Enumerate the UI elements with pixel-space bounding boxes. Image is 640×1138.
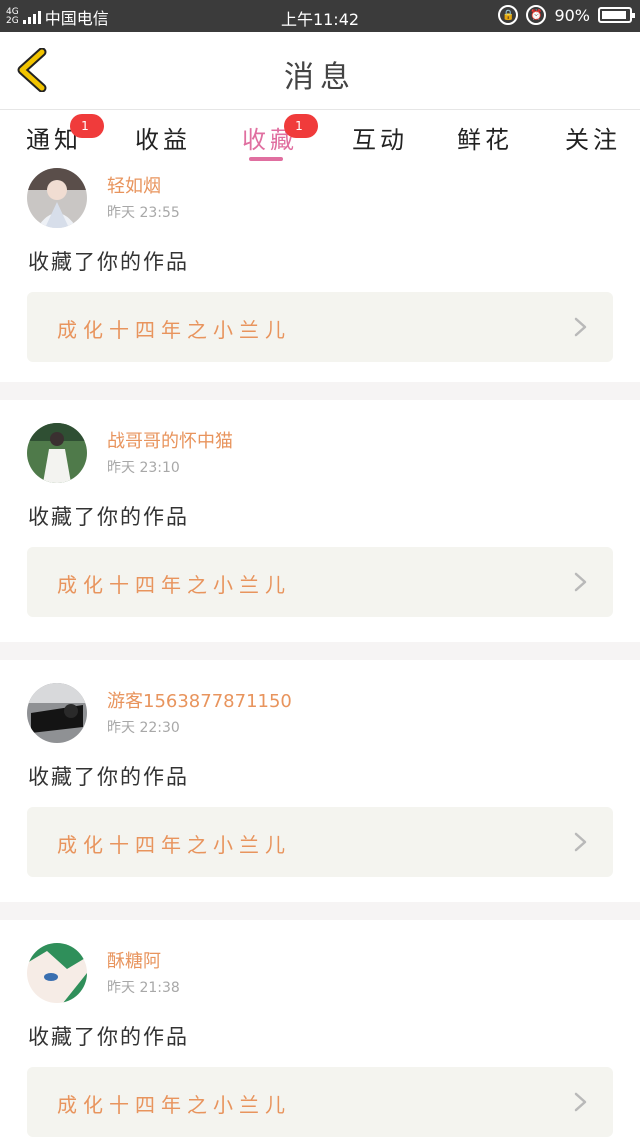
status-bar: 4G 2G 中国电信 上午11:42 🔒 ⏰ 90% (0, 0, 640, 32)
avatar[interactable] (27, 683, 87, 743)
work-title: 成化十四年之小兰儿 (57, 318, 291, 342)
unread-badge: 1 (70, 114, 104, 138)
tab-follows[interactable]: 关注 (565, 120, 621, 155)
alarm-icon: ⏰ (526, 5, 547, 25)
chevron-right-icon (574, 317, 587, 337)
work-title: 成化十四年之小兰儿 (57, 1093, 291, 1117)
status-right: 🔒 ⏰ 90% (498, 5, 635, 25)
list-item: 游客1563877871150 昨天 22:30 收藏了你的作品 成化十四年之小… (0, 660, 640, 877)
tab-label: 收益 (135, 126, 191, 154)
avatar[interactable] (27, 943, 87, 1003)
work-title: 成化十四年之小兰儿 (57, 833, 291, 857)
tab-favorites[interactable]: 收藏 1 (242, 114, 318, 155)
work-link[interactable]: 成化十四年之小兰儿 (27, 547, 613, 617)
timestamp: 昨天 22:30 (107, 720, 180, 736)
tab-label: 互动 (352, 126, 408, 154)
work-link[interactable]: 成化十四年之小兰儿 (27, 292, 613, 362)
avatar[interactable] (27, 423, 87, 483)
active-tab-indicator (249, 157, 283, 161)
divider (0, 642, 640, 660)
tab-label: 鲜花 (457, 126, 513, 154)
tab-notifications[interactable]: 通知 1 (26, 114, 104, 155)
chevron-right-icon (574, 1092, 587, 1112)
unread-badge: 1 (284, 114, 318, 138)
chevron-right-icon (574, 832, 587, 852)
user-name[interactable]: 轻如烟 (107, 172, 161, 198)
divider (0, 382, 640, 400)
favorites-list: 轻如烟 昨天 23:55 收藏了你的作品 成化十四年之小兰儿 战哥哥的怀中猫 昨… (0, 166, 640, 1137)
action-text: 收藏了你的作品 (28, 505, 189, 529)
list-item: 轻如烟 昨天 23:55 收藏了你的作品 成化十四年之小兰儿 (0, 166, 640, 382)
timestamp: 昨天 21:38 (107, 980, 180, 996)
work-title: 成化十四年之小兰儿 (57, 573, 291, 597)
tab-earnings[interactable]: 收益 (135, 120, 191, 155)
avatar[interactable] (27, 168, 87, 228)
tab-label: 关注 (565, 126, 621, 154)
timestamp: 昨天 23:10 (107, 460, 180, 476)
avatar-image (27, 683, 87, 743)
work-link[interactable]: 成化十四年之小兰儿 (27, 807, 613, 877)
page-title: 消息 (284, 60, 356, 95)
list-item: 酥糖阿 昨天 21:38 收藏了你的作品 成化十四年之小兰儿 (0, 920, 640, 1137)
lock-rotation-icon: 🔒 (498, 5, 519, 25)
header: 消息 (0, 32, 640, 110)
chevron-right-icon (574, 572, 587, 592)
battery-percent: 90% (554, 5, 590, 25)
timestamp: 昨天 23:55 (107, 205, 180, 221)
action-text: 收藏了你的作品 (28, 765, 189, 789)
tab-bar: 通知 1 收益 收藏 1 互动 鲜花 关注 (0, 110, 640, 166)
avatar-image (27, 168, 87, 228)
user-name[interactable]: 游客1563877871150 (107, 687, 292, 713)
user-name[interactable]: 战哥哥的怀中猫 (107, 427, 233, 453)
avatar-image (27, 943, 87, 1003)
work-link[interactable]: 成化十四年之小兰儿 (27, 1067, 613, 1137)
avatar-image (27, 423, 87, 483)
divider (0, 902, 640, 920)
user-name[interactable]: 酥糖阿 (107, 947, 161, 973)
battery-icon (598, 7, 635, 23)
action-text: 收藏了你的作品 (28, 1025, 189, 1049)
list-item: 战哥哥的怀中猫 昨天 23:10 收藏了你的作品 成化十四年之小兰儿 (0, 400, 640, 617)
tab-flowers[interactable]: 鲜花 (457, 120, 513, 155)
action-text: 收藏了你的作品 (28, 250, 189, 274)
tab-interactions[interactable]: 互动 (352, 120, 408, 155)
